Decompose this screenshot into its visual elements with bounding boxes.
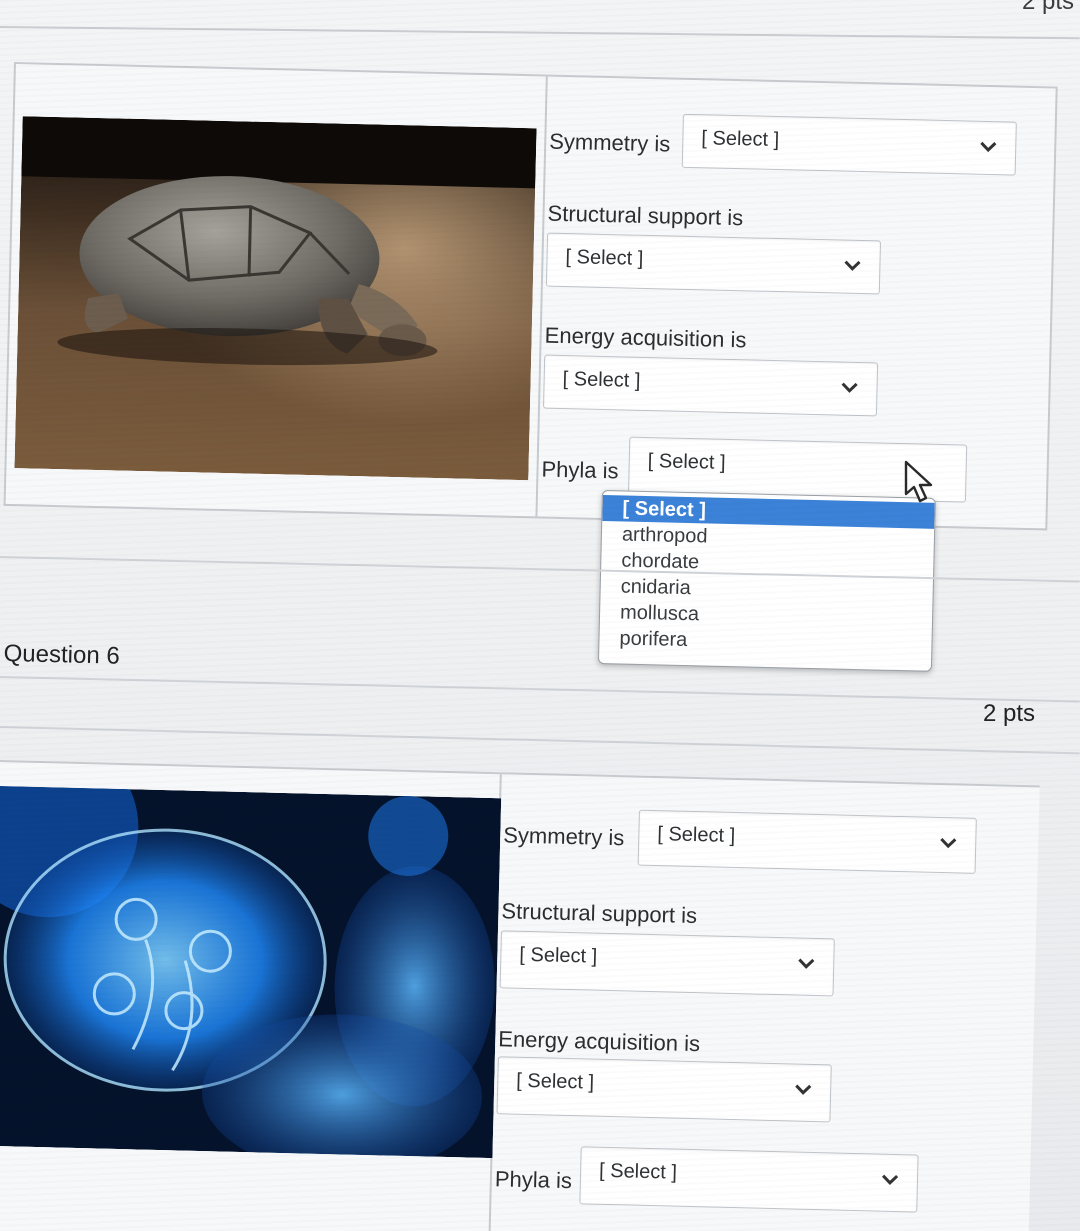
q5-structural-support-select[interactable]: [ Select ]	[545, 232, 882, 295]
chevron-down-icon	[798, 958, 815, 969]
table-divider	[535, 76, 548, 517]
q6-energy-acquisition-label: Energy acquisition is	[498, 1026, 701, 1057]
q5-phyla-label: Phyla is	[541, 456, 619, 484]
select-value: [ Select ]	[657, 823, 736, 847]
q6-symmetry-label: Symmetry is	[503, 822, 625, 851]
chevron-down-icon	[980, 141, 997, 153]
question-6-title: Question 6	[3, 640, 121, 670]
chevron-down-icon	[882, 1174, 899, 1185]
select-value: [ Select ]	[565, 246, 644, 270]
select-value: [ Select ]	[701, 127, 780, 152]
cursor-arrow-icon	[904, 460, 933, 503]
select-value: [ Select ]	[562, 368, 641, 392]
question-6-points: 2 pts	[983, 700, 1036, 727]
browser-screen: 2 pts Symmetry is [Select] Structural …	[0, 0, 1080, 1231]
chevron-down-icon	[940, 837, 957, 849]
chevron-down-icon	[844, 260, 861, 271]
q5-symmetry-label: Symmetry is	[548, 128, 671, 157]
q6-symmetry-select[interactable]: [ Select ]	[637, 809, 977, 874]
q6-structural-support-select[interactable]: [ Select ]	[499, 930, 835, 997]
q5-energy-acquisition-select[interactable]: [ Select ]	[542, 354, 879, 417]
previous-question-points: 2 pts	[1022, 0, 1075, 15]
question-separator	[0, 676, 1080, 703]
question-5-card: Symmetry is [ Select ] Structural suppor…	[3, 62, 1058, 531]
q5-structural-support-label: Structural support is	[547, 200, 744, 231]
select-value: [ Select ]	[519, 943, 598, 968]
select-value: [ Select ]	[647, 450, 726, 474]
question-separator	[0, 726, 1080, 755]
q6-phyla-label: Phyla is	[494, 1166, 573, 1194]
q6-structural-support-label: Structural support is	[501, 898, 698, 929]
chevron-down-icon	[841, 382, 858, 393]
tortoise-image	[14, 116, 537, 481]
question-6-card: Symmetry is [ Select ] Structural suppor…	[0, 760, 1040, 1231]
previous-question-header	[0, 0, 1080, 40]
q6-phyla-select[interactable]: [ Select ]	[579, 1146, 919, 1213]
phyla-dropdown-list[interactable]: [ Select ] arthropod chordate cnidaria m…	[597, 490, 936, 672]
select-value: [ Select ]	[516, 1069, 595, 1094]
q5-energy-acquisition-label: Energy acquisition is	[544, 322, 747, 353]
q6-energy-acquisition-select[interactable]: [ Select ]	[496, 1056, 832, 1123]
chevron-down-icon	[795, 1084, 812, 1095]
select-value: [ Select ]	[598, 1159, 678, 1184]
jellyfish-image	[0, 785, 502, 1159]
q5-symmetry-select[interactable]: [ Select ]	[681, 113, 1017, 176]
